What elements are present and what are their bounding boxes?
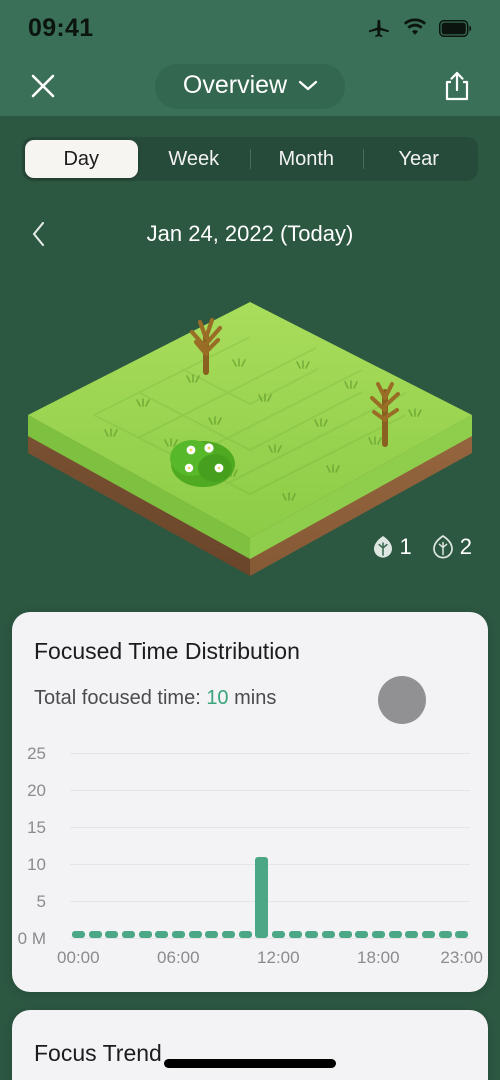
focused-time-chart: 0 M 5 10 15 20 25 00:00 06:00 12:00 18:00 23:00 [12,730,488,980]
chart-baseline-dash [121,931,135,938]
nav-bar: Overview [0,56,500,116]
chart-y-tick: 15 [27,817,46,837]
home-indicator [164,1059,336,1068]
app-screen: 09:41 Overview Day Week Month Year Jan 2… [0,0,500,1080]
chart-baseline-dash [405,931,419,938]
chart-baseline-dash [205,931,219,938]
chart-baseline-dash [271,931,285,938]
chart-baseline-dash [188,931,202,938]
counter-healthy-trees: 1 [372,534,412,560]
counter-withered-trees: 2 [432,534,472,560]
chart-baseline-dash [371,931,385,938]
chart-baseline-dash [138,931,152,938]
focused-time-title: Focused Time Distribution [34,638,300,664]
close-icon [31,74,55,98]
chart-bars [70,738,470,938]
chart-y-tick: 0 M [17,929,46,948]
wifi-icon [403,18,427,35]
tree-outline-icon [432,535,453,559]
chart-y-tick: 10 [27,854,46,874]
tab-day[interactable]: Day [25,140,138,178]
previous-day-button[interactable] [22,217,56,251]
tree-counters: 1 2 [372,534,472,560]
close-button[interactable] [26,69,60,103]
status-time: 09:41 [28,13,94,42]
date-navigation: Jan 24, 2022 (Today) [0,212,500,256]
tab-week[interactable]: Week [138,140,251,178]
chart-bar [255,856,269,938]
status-bar: 09:41 [0,0,500,56]
chevron-down-icon [298,80,318,91]
chart-baseline-dash [105,931,119,938]
overview-dropdown[interactable]: Overview [154,63,346,109]
chart-y-tick: 20 [27,780,46,800]
focused-time-card: Focused Time Distribution Total focused … [12,612,488,992]
current-date-label: Jan 24, 2022 (Today) [146,221,354,246]
isometric-plot-svg [28,302,472,576]
total-focused-value: 10 [206,687,229,709]
garden-illustration[interactable] [0,276,500,576]
chart-baseline-dash [305,931,319,938]
chart-baseline-dash [88,931,102,938]
chart-y-tick: 25 [27,743,46,763]
chart-baseline-dash [288,931,302,938]
chart-baseline-dash [321,931,335,938]
share-button[interactable] [440,68,474,104]
chart-baseline-dash [388,931,402,938]
chart-baseline-dash [455,931,469,938]
chart-x-tick: 12:00 [257,948,300,967]
tab-year[interactable]: Year [362,140,476,178]
chevron-left-icon [32,221,45,247]
chart-baseline-dash [438,931,452,938]
total-focused-label: Total focused time: [34,687,201,709]
chart-x-tick: 00:00 [57,948,100,967]
chart-y-tick: 5 [36,891,46,911]
chart-x-tick: 18:00 [357,948,400,967]
content-area: Day Week Month Year Jan 24, 2022 (Today) [0,116,500,1080]
chart-x-tick: 23:00 [440,948,483,967]
chart-x-tick: 06:00 [157,948,200,967]
battery-icon [439,19,472,37]
share-icon [445,71,469,101]
chart-baseline-dash [355,931,369,938]
chart-baseline-dash [238,931,252,938]
period-segmented-control[interactable]: Day Week Month Year [22,137,478,181]
chart-baseline-dash [71,931,85,938]
chart-baseline-dash [421,931,435,938]
airplane-icon [369,19,389,38]
chart-baseline-dash [221,931,235,938]
chart-baseline-dash [155,931,169,938]
tab-month[interactable]: Month [250,140,363,178]
chart-gridline [70,938,470,939]
circle-button[interactable] [378,676,426,724]
page-title: Overview [182,70,288,99]
total-focused-unit: mins [234,687,277,709]
tree-filled-icon [373,536,392,558]
chart-baseline-dash [338,931,352,938]
counter-healthy-value: 1 [399,534,412,559]
status-icons [367,18,472,38]
focus-trend-card[interactable]: Focus Trend [12,1010,488,1080]
counter-withered-value: 2 [459,534,472,559]
chart-baseline-dash [171,931,185,938]
